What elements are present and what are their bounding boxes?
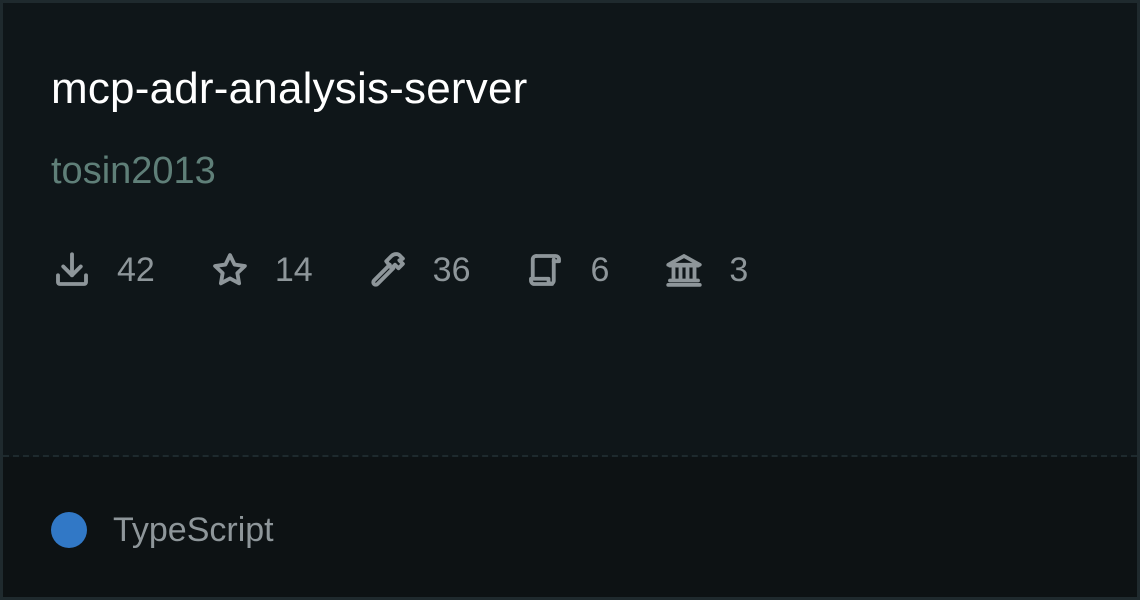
stat-stars-value: 14 (274, 251, 313, 289)
stat-tools: 36 (367, 249, 471, 291)
stats-row: 42 14 36 6 3 (51, 247, 802, 293)
language-color-dot (51, 512, 87, 548)
stat-resources-value: 3 (729, 251, 749, 289)
language-label: TypeScript (113, 511, 274, 549)
language-indicator: TypeScript (51, 509, 274, 551)
star-icon (209, 249, 251, 291)
stat-resources: 3 (663, 249, 748, 291)
stat-prompts: 6 (524, 249, 609, 291)
repo-card[interactable]: mcp-adr-analysis-server tosin2013 42 14 … (0, 0, 1140, 600)
stat-downloads: 42 (51, 249, 155, 291)
stat-tools-value: 36 (432, 251, 471, 289)
repo-author[interactable]: tosin2013 (51, 147, 1137, 195)
stat-downloads-value: 42 (117, 251, 155, 289)
card-footer: TypeScript (3, 457, 1137, 597)
stat-stars: 14 (209, 249, 313, 291)
scroll-icon (524, 249, 566, 291)
download-icon (51, 249, 93, 291)
stat-prompts-value: 6 (590, 251, 610, 289)
repo-title[interactable]: mcp-adr-analysis-server (51, 61, 1137, 117)
hammer-icon (367, 249, 409, 291)
bank-icon (663, 249, 705, 291)
card-header: mcp-adr-analysis-server tosin2013 42 14 … (3, 3, 1137, 455)
